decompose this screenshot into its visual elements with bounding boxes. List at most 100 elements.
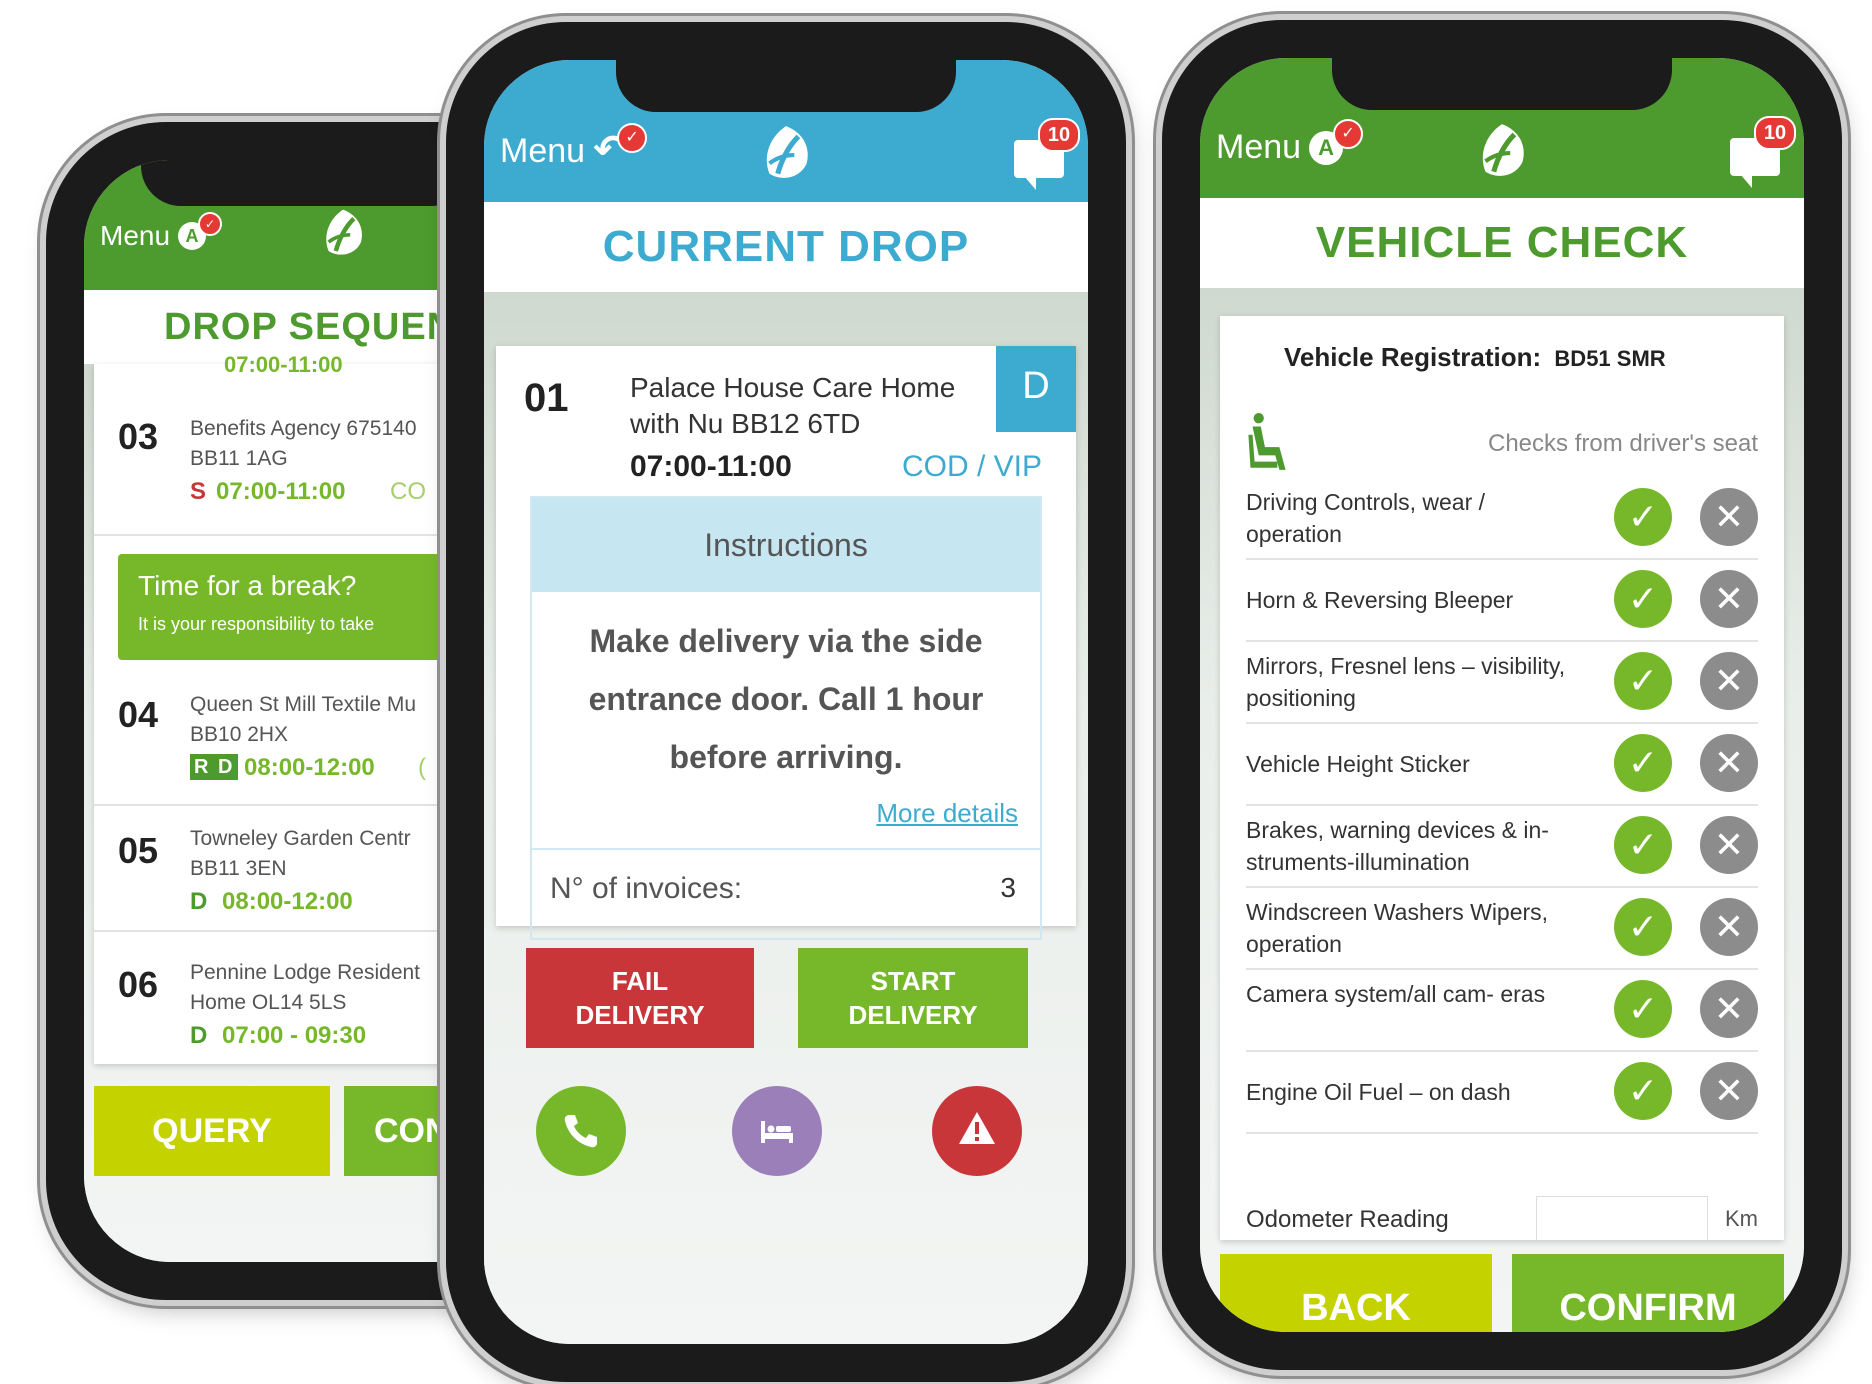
check-fail-button[interactable]: ✕ <box>1700 898 1758 956</box>
check-pass-button[interactable]: ✓ <box>1614 652 1672 710</box>
phone-icon <box>564 1115 597 1148</box>
leaf-logo-icon <box>1482 124 1524 176</box>
check-pass-button[interactable]: ✓ <box>1614 980 1672 1038</box>
check-row: Brakes, warning devices & in- struments-… <box>1246 804 1758 888</box>
check-row: Windscreen Washers Wipers, operation ✓ ✕ <box>1246 886 1758 970</box>
check-fail-button[interactable]: ✕ <box>1700 1062 1758 1120</box>
drop-address-line2: Home OL14 5LS <box>190 991 347 1014</box>
menu-label: Menu <box>1216 128 1302 166</box>
rest-button[interactable] <box>732 1086 822 1176</box>
invoices-row: N° of invoices: 3 <box>532 848 1040 938</box>
check-label: Horn & Reversing Bleeper <box>1246 587 1514 613</box>
menu-button[interactable]: Menu A ✓ <box>1216 118 1364 167</box>
drop-code: D <box>190 1022 208 1049</box>
leaf-logo-icon <box>766 126 808 178</box>
check-fail-button[interactable]: ✕ <box>1700 816 1758 874</box>
phone-current-drop: Menu ↶ ✓ 10 CURRENT DROP 01 Palace House … <box>446 22 1126 1382</box>
check-fail-button[interactable]: ✕ <box>1700 980 1758 1038</box>
drop-name-line2: with Nu BB12 6TD <box>630 408 861 439</box>
drop-number: 01 <box>524 376 569 420</box>
drop-code: D <box>190 888 208 915</box>
drop-code: S <box>190 478 207 505</box>
check-pass-button[interactable]: ✓ <box>1614 898 1672 956</box>
check-fail-button[interactable]: ✕ <box>1700 734 1758 792</box>
check-label: Windscreen Washers Wipers, operation <box>1246 899 1549 957</box>
check-pass-button[interactable]: ✓ <box>1614 1062 1672 1120</box>
messages-count-badge: 10 <box>1754 116 1796 150</box>
drop-number: 03 <box>118 416 159 457</box>
vehicle-check-card: Vehicle Registration: BD51 SMR Checks fr… <box>1220 316 1784 1240</box>
check-badge-icon: ✓ <box>617 122 648 153</box>
drop-time: 07:00-11:00 <box>216 478 346 505</box>
check-fail-button[interactable]: ✕ <box>1700 652 1758 710</box>
registration-label: Vehicle Registration: <box>1284 342 1542 372</box>
drop-name-line1: Palace House Care Home <box>630 372 956 403</box>
drop-extra: ( <box>418 754 426 781</box>
leaf-logo-icon <box>326 209 362 255</box>
break-subtitle: It is your responsibility to take <box>138 614 375 634</box>
drop-extra: CO <box>390 478 426 505</box>
drop-address-line1: Queen St Mill Textile Mu <box>190 693 417 716</box>
check-row: Engine Oil Fuel – on dash ✓ ✕ <box>1246 1050 1758 1134</box>
check-row: Driving Controls, wear / operation ✓ ✕ <box>1246 476 1758 560</box>
confirm-button[interactable]: CONFIRM <box>1512 1254 1784 1332</box>
check-label: Camera system/all cam- eras <box>1246 981 1546 1007</box>
drop-time: 07:00-11:00 <box>630 450 792 483</box>
check-pass-button[interactable]: ✓ <box>1614 570 1672 628</box>
check-badge-icon: ✓ <box>198 212 223 236</box>
invoices-value: 3 <box>1000 872 1016 903</box>
invoices-label: N° of invoices: <box>550 872 743 905</box>
menu-button[interactable]: Menu ↶ ✓ <box>500 122 648 171</box>
drop-address-line2: BB11 3EN <box>190 857 287 880</box>
page-title: CURRENT DROP <box>484 202 1088 292</box>
messages-button[interactable]: 10 <box>1014 118 1080 190</box>
drop-time: 08:00-12:00 <box>222 888 353 915</box>
bed-icon <box>761 1121 793 1143</box>
screen-current-drop: Menu ↶ ✓ 10 CURRENT DROP 01 Palace House … <box>484 60 1088 1344</box>
menu-button[interactable]: Menu A ✓ <box>100 212 223 252</box>
current-drop-card: 01 Palace House Care Home with Nu BB12 6… <box>496 346 1076 940</box>
drop-code-badge: R D <box>190 754 239 780</box>
check-label: Engine Oil Fuel – on dash <box>1246 1079 1511 1105</box>
phone-notch <box>141 160 471 206</box>
undo-icon: ↶ ✓ <box>593 122 648 170</box>
check-badge-icon: ✓ <box>1333 118 1364 149</box>
fail-delivery-button[interactable]: FAIL DELIVERY <box>526 948 754 1048</box>
vehicle-registration: Vehicle Registration: BD51 SMR <box>1284 342 1666 373</box>
check-row: Mirrors, Fresnel lens – visibility, posi… <box>1246 640 1758 724</box>
seat-checks-label: Checks from driver's seat <box>1488 430 1758 457</box>
check-label: Driving Controls, wear / operation <box>1246 489 1486 547</box>
more-details-link[interactable]: More details <box>876 798 1018 829</box>
phone-call-button[interactable] <box>536 1086 626 1176</box>
check-pass-button[interactable]: ✓ <box>1614 734 1672 792</box>
phone-notch <box>1332 58 1672 110</box>
check-label: Brakes, warning devices & in- struments-… <box>1246 817 1549 875</box>
drop-number: 06 <box>118 964 159 1005</box>
phone-vehicle-check: Menu A ✓ 10 VEHICLE CHECK Vehicle Registr… <box>1162 20 1842 1370</box>
back-button[interactable]: BACK <box>1220 1254 1492 1332</box>
menu-label: Menu <box>100 220 171 251</box>
check-fail-button[interactable]: ✕ <box>1700 488 1758 546</box>
odometer-row: Odometer Reading Km <box>1246 1196 1758 1240</box>
navigation-icon: A ✓ <box>178 212 223 250</box>
drop-address-line1: Pennine Lodge Resident <box>190 961 421 984</box>
check-pass-button[interactable]: ✓ <box>1614 488 1672 546</box>
check-pass-button[interactable]: ✓ <box>1614 816 1672 874</box>
odometer-label: Odometer Reading <box>1246 1206 1449 1233</box>
driver-seat-icon <box>1248 413 1286 470</box>
partial-row-time: 07:00-11:00 <box>224 352 343 377</box>
start-delivery-button[interactable]: START DELIVERY <box>798 948 1028 1048</box>
instructions-panel: Instructions Make delivery via the side … <box>530 496 1042 940</box>
check-row: Camera system/all cam- eras ✓ ✕ <box>1246 968 1758 1052</box>
check-fail-button[interactable]: ✕ <box>1700 570 1758 628</box>
odometer-input[interactable] <box>1536 1196 1708 1240</box>
messages-count-badge: 10 <box>1038 118 1080 152</box>
drop-number: 04 <box>118 694 159 735</box>
messages-button[interactable]: 10 <box>1730 116 1796 188</box>
break-title: Time for a break? <box>138 570 357 601</box>
phone-notch <box>616 60 956 112</box>
alert-button[interactable] <box>932 1086 1022 1176</box>
query-button[interactable]: QUERY <box>94 1086 330 1176</box>
check-row: Vehicle Height Sticker ✓ ✕ <box>1246 722 1758 806</box>
page-title: VEHICLE CHECK <box>1200 198 1804 288</box>
